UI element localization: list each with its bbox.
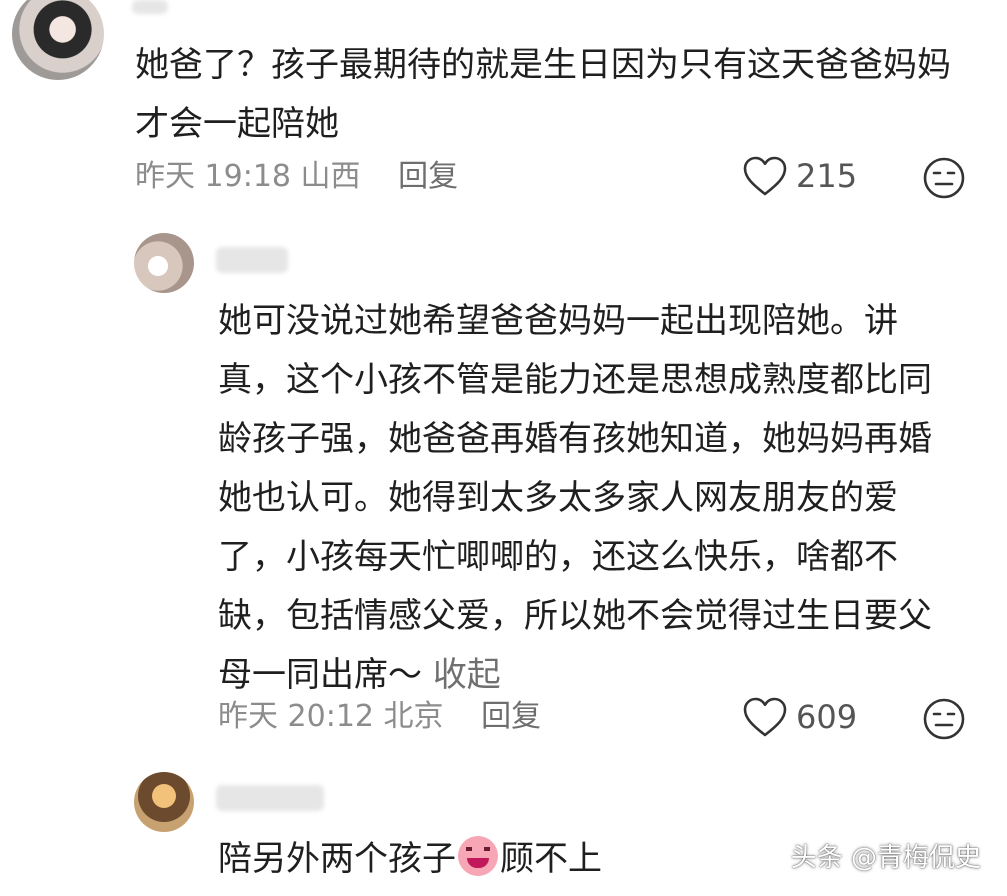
dislike-face-icon[interactable]	[922, 156, 966, 200]
username-blurred[interactable]	[216, 785, 324, 811]
comment-meta: 昨天 20:12 北京 回复	[218, 697, 541, 737]
heart-icon	[743, 697, 787, 737]
username-blurred[interactable]	[132, 0, 168, 14]
avatar[interactable]	[134, 772, 194, 832]
comment-time-location: 昨天 20:12 北京	[218, 699, 444, 734]
comment-body: 她可没说过她希望爸爸妈妈一起出现陪她。讲真，这个小孩不管是能力还是思想成熟度都比…	[218, 301, 932, 695]
reply-button[interactable]: 回复	[398, 159, 458, 194]
comment-text: 她爸了？孩子最期待的就是生日因为只有这天爸爸妈妈才会一起陪她	[135, 45, 951, 144]
heart-icon	[743, 156, 787, 196]
dislike-face-icon[interactable]	[922, 697, 966, 741]
watermark: 头条 @青梅侃史	[790, 843, 981, 873]
username-blurred[interactable]	[216, 247, 288, 273]
comment-meta: 昨天 19:18 山西 回复	[135, 157, 458, 197]
like-button[interactable]: 215	[742, 155, 857, 197]
comment-time-location: 昨天 19:18 山西	[135, 159, 361, 194]
like-count: 215	[796, 157, 858, 195]
comment-text-part: 顾不上	[500, 839, 602, 879]
collapse-link[interactable]: 收起	[433, 655, 501, 695]
avatar[interactable]	[12, 0, 104, 80]
like-button[interactable]: 609	[742, 696, 857, 738]
avatar[interactable]	[134, 233, 194, 293]
emoji-icon	[458, 836, 498, 876]
comment-text: 她可没说过她希望爸爸妈妈一起出现陪她。讲真，这个小孩不管是能力还是思想成熟度都比…	[218, 292, 958, 705]
like-count: 609	[796, 698, 858, 736]
comment-text-part: 陪另外两个孩子	[218, 839, 456, 879]
reply-button[interactable]: 回复	[481, 699, 541, 734]
